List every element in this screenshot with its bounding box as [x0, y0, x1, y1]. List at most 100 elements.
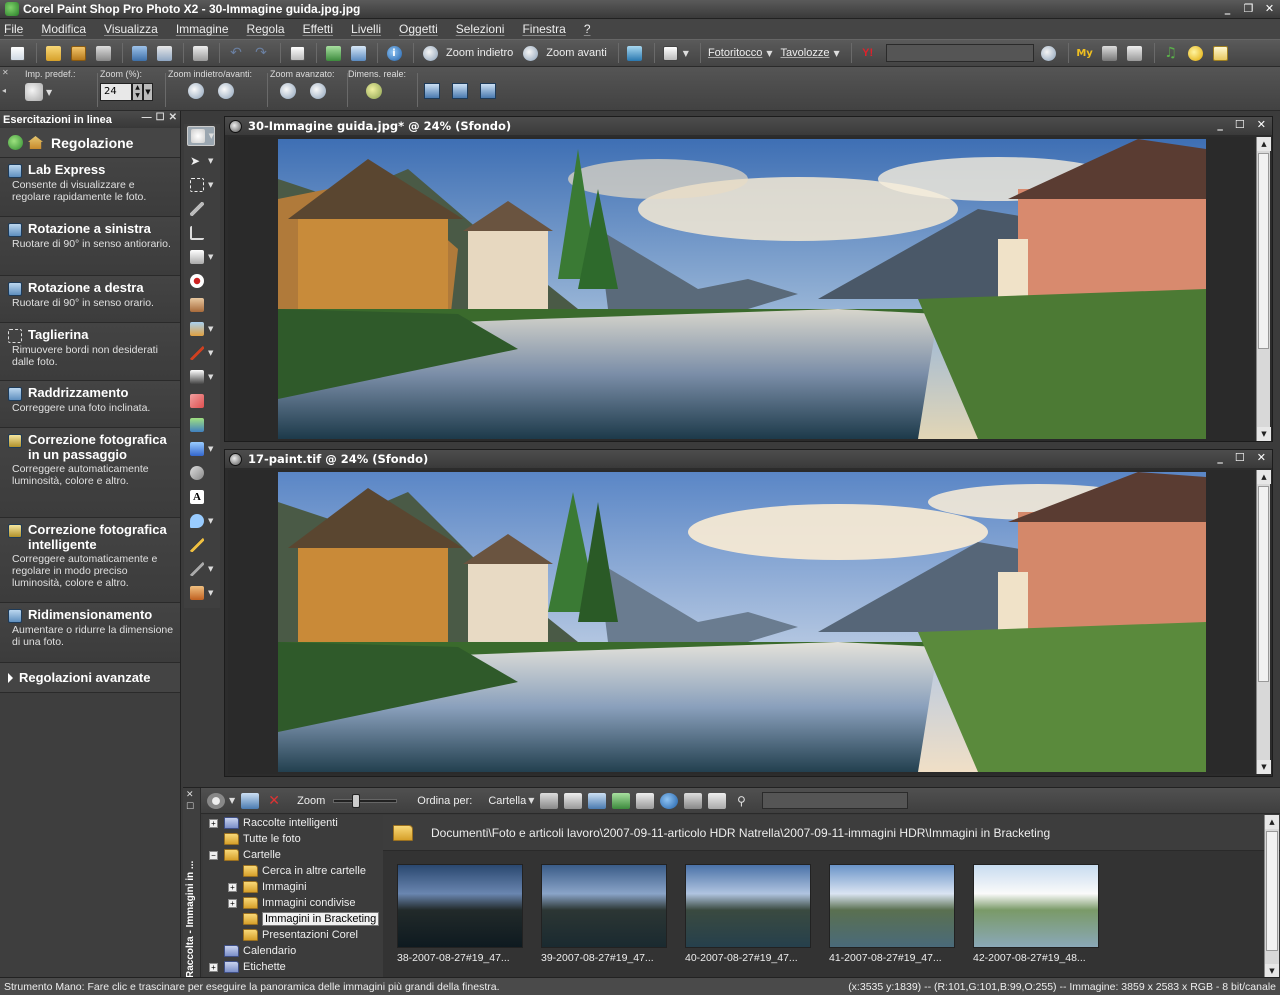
- tree-node-shared-images[interactable]: + Immagini condivise: [228, 895, 356, 911]
- scroll-down-arrow-icon[interactable]: ▼: [1257, 760, 1271, 774]
- organizer-float-icon[interactable]: ☐: [186, 802, 194, 812]
- menu-immagine[interactable]: Immagine: [176, 22, 229, 36]
- restore-button[interactable]: ❐: [1242, 2, 1255, 15]
- selection-tool[interactable]: ▼: [187, 175, 215, 195]
- gear-icon[interactable]: [207, 792, 225, 809]
- organizer-vertical-scrollbar[interactable]: ▲ ▼: [1264, 815, 1279, 978]
- chevron-down-icon[interactable]: ▼: [143, 83, 153, 101]
- thumbnail-item[interactable]: 40-2007-08-27#19_47...: [685, 864, 811, 964]
- delete-icon[interactable]: ✕: [265, 793, 283, 809]
- thumbnail-image[interactable]: [973, 864, 1099, 948]
- back-arrow-icon[interactable]: [8, 135, 23, 150]
- shape-tool[interactable]: ▼: [187, 511, 215, 531]
- save-as-button[interactable]: [153, 43, 175, 63]
- thumbnail-image[interactable]: [397, 864, 523, 948]
- maximize-button[interactable]: ☐: [1235, 451, 1245, 464]
- task-smart-fix[interactable]: Correzione fotografica intelligente Corr…: [0, 518, 180, 603]
- thumbnail-item[interactable]: 39-2007-08-27#19_47...: [541, 864, 667, 964]
- red-eye-tool[interactable]: [187, 271, 215, 291]
- task-resize[interactable]: Ridimensionamento Aumentare o ridurre la…: [0, 603, 180, 663]
- scroll-up-arrow-icon[interactable]: ▲: [1257, 137, 1271, 151]
- menu-regola[interactable]: Regola: [247, 22, 285, 36]
- zoom-in-label[interactable]: Zoom avanti: [546, 47, 607, 59]
- layers-button[interactable]: [322, 43, 344, 63]
- thumbnail-zoom-slider[interactable]: [333, 793, 398, 808]
- image-vertical-scrollbar[interactable]: ▲ ▼: [1256, 137, 1271, 441]
- close-button[interactable]: ✕: [1257, 118, 1266, 131]
- fit-window-icon[interactable]: [424, 83, 440, 99]
- redo-button[interactable]: ↷: [250, 43, 272, 63]
- sort-select[interactable]: Cartella: [488, 795, 526, 807]
- maximize-button[interactable]: ☐: [1235, 118, 1245, 131]
- tree-node-folders[interactable]: − Cartelle: [209, 847, 281, 863]
- home-icon[interactable]: [28, 136, 43, 149]
- binoculars-icon[interactable]: ⚲: [732, 793, 750, 809]
- scroll-down-arrow-icon[interactable]: ▼: [1257, 427, 1271, 441]
- minimize-button[interactable]: _: [1221, 2, 1234, 15]
- chevron-down-icon[interactable]: ▼: [683, 49, 689, 58]
- zoom-in-button[interactable]: [519, 43, 541, 63]
- undo-button[interactable]: ↶: [225, 43, 247, 63]
- tree-node-all-photos[interactable]: Tutte le foto: [209, 831, 301, 847]
- zoom-out-label[interactable]: Zoom indietro: [446, 47, 513, 59]
- thumbnail-image[interactable]: [541, 864, 667, 948]
- zoom-advanced-icon[interactable]: [310, 83, 326, 99]
- text-tool[interactable]: A: [187, 487, 215, 507]
- task-lab-express[interactable]: Lab Express Consente di visualizzare e r…: [0, 158, 180, 217]
- scroll-down-arrow-icon[interactable]: ▼: [1265, 964, 1279, 978]
- thumbnail-image[interactable]: [685, 864, 811, 948]
- minimize-button[interactable]: _: [1217, 451, 1223, 464]
- thumbnail-item[interactable]: 42-2007-08-27#19_48...: [973, 864, 1099, 964]
- scroll-up-arrow-icon[interactable]: ▲: [1257, 470, 1271, 484]
- eraser-tool[interactable]: [187, 391, 215, 411]
- thumbnail-item[interactable]: 41-2007-08-27#19_47...: [829, 864, 955, 964]
- tree-expander[interactable]: +: [209, 962, 218, 972]
- zoom-out-icon[interactable]: [188, 83, 204, 99]
- new-button[interactable]: [6, 43, 28, 63]
- tavolozze-menu[interactable]: Tavolozze: [781, 47, 830, 59]
- tree-node-corel-presentations[interactable]: Presentazioni Corel: [228, 927, 358, 943]
- scroll-up-arrow-icon[interactable]: ▲: [1265, 815, 1279, 829]
- browse-button[interactable]: [67, 43, 89, 63]
- messenger-button[interactable]: [1185, 43, 1207, 63]
- lighten-tool[interactable]: ▼: [187, 367, 215, 387]
- workspace-button[interactable]: [660, 43, 682, 63]
- panel-close-icon[interactable]: ✕: [169, 112, 177, 123]
- tree-expander[interactable]: +: [228, 898, 237, 908]
- hand-tool-preset-icon[interactable]: [25, 83, 43, 101]
- menu-oggetti[interactable]: Oggetti: [399, 22, 438, 36]
- fit-image-icon[interactable]: [452, 83, 468, 99]
- fotoritocco-menu[interactable]: Fotoritocco: [708, 47, 762, 59]
- image-window-1[interactable]: 30-Immagine guida.jpg* @ 24% (Sfondo) _ …: [224, 116, 1273, 442]
- scroll-thumb[interactable]: [1258, 486, 1269, 682]
- camera-button[interactable]: [1099, 43, 1121, 63]
- task-rotate-right[interactable]: Rotazione a destra Ruotare di 90° in sen…: [0, 276, 180, 323]
- advanced-adjustments-item[interactable]: Regolazioni avanzate: [0, 663, 180, 693]
- pan-tool[interactable]: ▼: [187, 126, 215, 146]
- open-button[interactable]: [42, 43, 64, 63]
- fill-tool[interactable]: ▼: [187, 439, 215, 459]
- crop-tool[interactable]: [187, 223, 215, 243]
- chevron-down-icon[interactable]: ▼: [833, 49, 839, 58]
- search-button[interactable]: [1038, 43, 1060, 63]
- task-straighten[interactable]: Raddrizzamento Correggere una foto incli…: [0, 381, 180, 428]
- picture-tube-tool[interactable]: [187, 415, 215, 435]
- organizer-search-input[interactable]: [762, 792, 909, 809]
- print-icon[interactable]: [636, 792, 655, 809]
- info-button[interactable]: i: [383, 43, 405, 63]
- tree-node-search-other-folders[interactable]: Cerca in altre cartelle: [228, 863, 366, 879]
- menu-modifica[interactable]: Modifica: [41, 22, 86, 36]
- save-button[interactable]: [128, 43, 150, 63]
- image-vertical-scrollbar[interactable]: ▲ ▼: [1256, 470, 1271, 774]
- monitor-icon[interactable]: [588, 792, 607, 809]
- share-icon[interactable]: [612, 792, 631, 809]
- menu-visualizza[interactable]: Visualizza: [104, 22, 158, 36]
- menu-finestra[interactable]: Finestra: [522, 22, 565, 36]
- zoom-in-icon[interactable]: [218, 83, 234, 99]
- email-icon[interactable]: [684, 792, 703, 809]
- panel-float-icon[interactable]: ☐: [156, 112, 165, 123]
- organizer-close-icon[interactable]: ✕: [186, 790, 194, 800]
- info-icon[interactable]: [660, 792, 679, 809]
- makeover-tool[interactable]: [187, 295, 215, 315]
- pen-tool[interactable]: [187, 535, 215, 555]
